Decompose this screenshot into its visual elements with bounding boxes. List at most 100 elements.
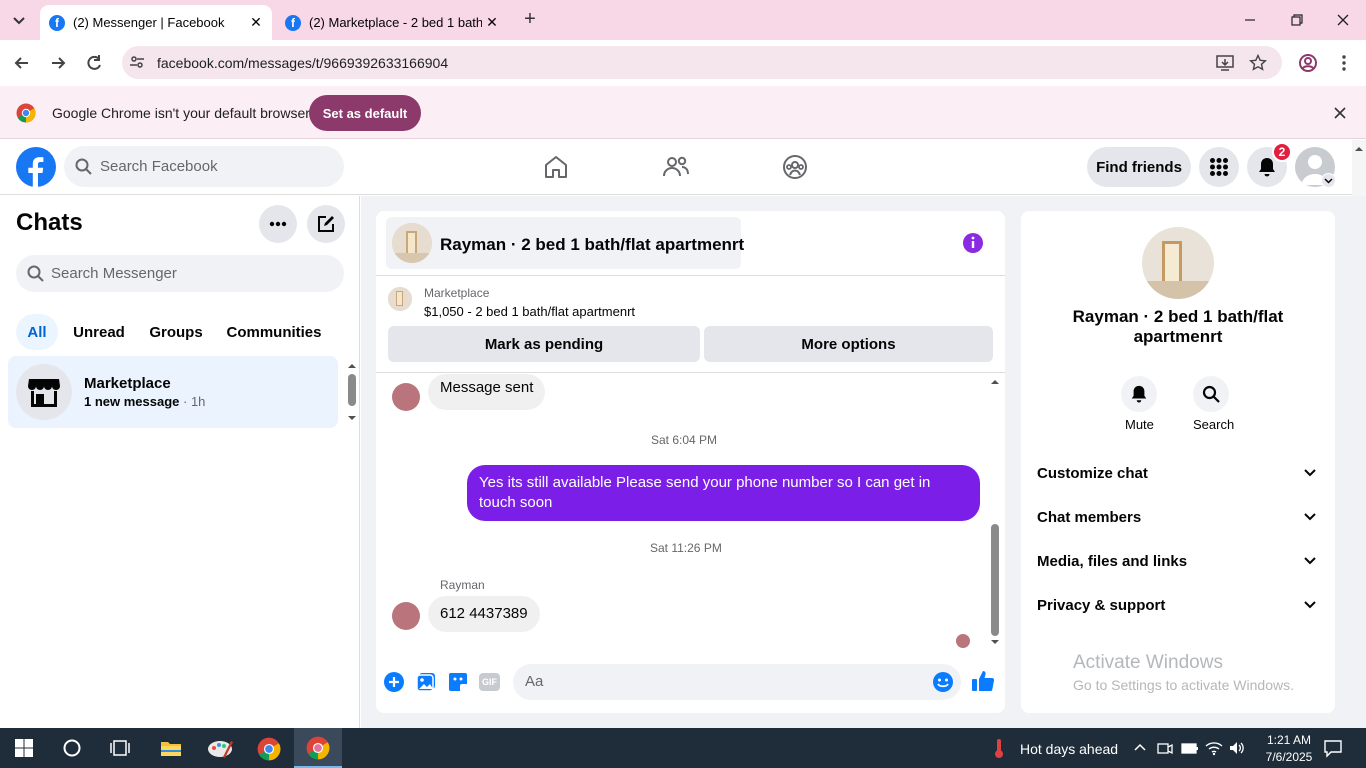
install-app-icon[interactable] <box>1216 54 1234 72</box>
windows-start-icon[interactable] <box>15 739 33 757</box>
apartment-photo-icon <box>392 223 432 263</box>
conversation-info-button[interactable] <box>962 232 984 254</box>
account-chevron-icon[interactable] <box>1321 173 1336 188</box>
conversation-name: Marketplace <box>84 375 171 392</box>
chevron-down-icon[interactable] <box>1303 556 1317 566</box>
paint-app-icon[interactable] <box>207 737 233 759</box>
scroll-up-arrow-icon <box>1355 147 1363 151</box>
minimize-button[interactable] <box>1240 10 1260 30</box>
restore-button[interactable] <box>1287 10 1307 30</box>
message-bubble-incoming[interactable]: 612 4437389 <box>428 596 540 632</box>
more-actions-icon[interactable] <box>383 671 405 693</box>
mute-button[interactable] <box>1121 376 1157 412</box>
groups-nav-icon[interactable] <box>782 154 808 180</box>
gif-icon[interactable]: GIF <box>479 673 500 691</box>
wifi-icon[interactable] <box>1205 740 1223 756</box>
more-options-button[interactable]: More options <box>704 326 993 362</box>
message-bubble-outgoing[interactable]: Yes its still available Please send your… <box>467 465 980 521</box>
message-bubble-incoming[interactable]: Message sent <box>428 374 546 410</box>
info-icon <box>963 233 983 253</box>
attach-photo-icon[interactable] <box>416 672 436 692</box>
mute-label: Mute <box>1125 417 1154 432</box>
facebook-search-placeholder: Search Facebook <box>100 158 218 175</box>
filter-communities[interactable]: Communities <box>222 314 326 350</box>
infobar-close-icon[interactable] <box>1332 105 1348 121</box>
filter-unread[interactable]: Unread <box>66 314 132 350</box>
weather-text[interactable]: Hot days ahead <box>1020 741 1118 757</box>
chats-title: Chats <box>16 209 83 236</box>
mark-as-pending-button[interactable]: Mark as pending <box>388 326 700 362</box>
tab-title: (2) Marketplace - 2 bed 1 bath/ <box>309 15 482 30</box>
set-default-button[interactable]: Set as default <box>309 95 421 131</box>
chevron-down-icon[interactable] <box>1303 600 1317 610</box>
menu-grid-button[interactable] <box>1199 147 1239 187</box>
clock-date[interactable]: 7/6/2025 <box>1258 750 1320 764</box>
close-tab-icon[interactable]: ✕ <box>246 14 266 31</box>
tab-messenger[interactable]: f (2) Messenger | Facebook ✕ <box>40 5 272 40</box>
sender-avatar[interactable] <box>392 602 420 630</box>
tray-chevron-up-icon[interactable] <box>1133 742 1147 752</box>
tab-list-button[interactable] <box>8 10 30 32</box>
chat-list-scrollbar[interactable] <box>344 358 360 426</box>
close-tab-icon[interactable]: ✕ <box>482 14 502 31</box>
listing-label: Marketplace <box>424 286 490 300</box>
search-icon <box>1202 385 1220 403</box>
conversation-time: · 1h <box>179 394 206 409</box>
message-input[interactable]: Aa <box>513 664 961 700</box>
new-message-button[interactable] <box>307 205 345 243</box>
search-icon <box>75 158 92 175</box>
facebook-logo-icon[interactable] <box>16 147 56 187</box>
browser-menu-icon[interactable] <box>1336 54 1352 72</box>
emoji-icon[interactable] <box>932 671 954 693</box>
activate-windows-subtitle: Go to Settings to activate Windows. <box>1073 677 1294 693</box>
section-chat-members[interactable]: Chat members <box>1037 509 1141 526</box>
sender-avatar[interactable] <box>392 383 420 411</box>
cortana-icon[interactable] <box>62 738 82 758</box>
section-privacy-support[interactable]: Privacy & support <box>1037 597 1165 614</box>
section-customize-chat[interactable]: Customize chat <box>1037 465 1148 482</box>
filter-groups[interactable]: Groups <box>142 314 210 350</box>
profile-icon[interactable] <box>1298 53 1318 73</box>
file-explorer-icon[interactable] <box>160 739 182 757</box>
listing-price[interactable]: $1,050 - 2 bed 1 bath/flat apartmenrt <box>424 304 635 319</box>
chevron-down-icon[interactable] <box>1303 468 1317 478</box>
messages-scrollbar[interactable] <box>988 374 1002 650</box>
chrome-taskbar-icon[interactable] <box>257 737 281 761</box>
tab-marketplace[interactable]: f (2) Marketplace - 2 bed 1 bath/ ✕ <box>276 5 508 40</box>
like-thumb-icon[interactable] <box>971 669 995 693</box>
home-nav-icon[interactable] <box>543 154 569 180</box>
new-tab-button[interactable]: + <box>520 9 540 30</box>
chat-options-button[interactable] <box>259 205 297 243</box>
thermometer-icon[interactable] <box>992 737 1006 759</box>
clock-time[interactable]: 1:21 AM <box>1262 733 1316 747</box>
action-center-icon[interactable] <box>1323 738 1343 758</box>
tab-title: (2) Messenger | Facebook <box>73 15 225 30</box>
url-text[interactable]: facebook.com/messages/t/9669392633166904 <box>157 55 448 71</box>
search-in-conversation-button[interactable] <box>1193 376 1229 412</box>
site-info-icon[interactable] <box>129 54 145 70</box>
forward-button[interactable] <box>48 53 68 73</box>
profile-photo[interactable] <box>1142 227 1214 299</box>
bell-icon <box>1259 158 1275 177</box>
close-window-button[interactable] <box>1333 10 1353 30</box>
back-button[interactable] <box>12 53 32 73</box>
section-media-files-links[interactable]: Media, files and links <box>1037 553 1187 570</box>
forward-arrow-icon <box>52 57 66 69</box>
task-view-icon[interactable] <box>110 739 130 757</box>
friends-nav-icon[interactable] <box>662 154 690 180</box>
reload-button[interactable] <box>84 53 104 73</box>
listing-thumbnail <box>392 223 432 263</box>
battery-icon[interactable] <box>1181 741 1199 755</box>
close-icon <box>1337 14 1349 26</box>
chrome-logo-icon <box>16 103 36 123</box>
chevron-down-icon <box>13 17 25 25</box>
sticker-icon[interactable] <box>448 672 468 692</box>
find-friends-button[interactable]: Find friends <box>1087 147 1191 187</box>
volume-icon[interactable] <box>1228 740 1246 756</box>
meet-icon[interactable] <box>1157 740 1173 756</box>
bookmark-star-icon[interactable] <box>1249 54 1267 72</box>
chrome-active-taskbar-item[interactable] <box>294 728 342 768</box>
timestamp: Sat 11:26 PM <box>650 541 722 555</box>
chevron-down-icon[interactable] <box>1303 512 1317 522</box>
filter-all[interactable]: All <box>16 314 58 350</box>
